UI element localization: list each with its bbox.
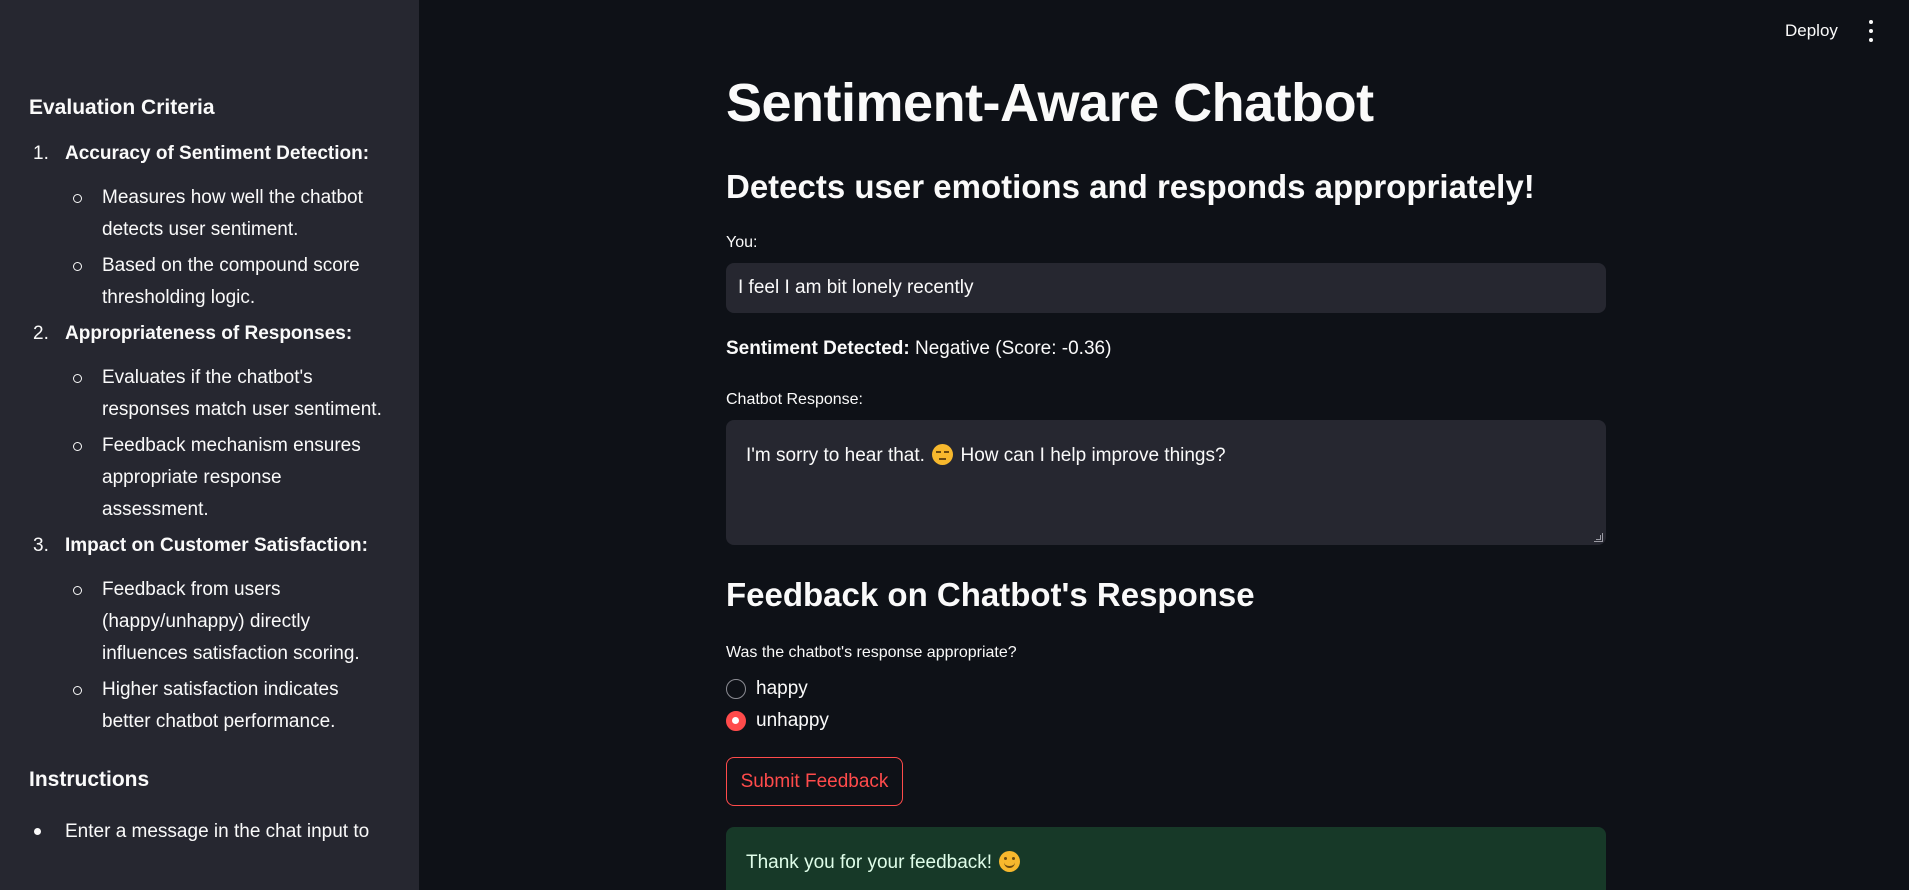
criteria-point: Feedback from users (happy/unhappy) dire… xyxy=(65,574,389,670)
instruction-item: Enter a message in the chat input to xyxy=(29,816,389,848)
response-text-end: How can I help improve things? xyxy=(960,445,1226,466)
deploy-button[interactable]: Deploy xyxy=(1785,21,1838,41)
radio-button-selected[interactable] xyxy=(726,711,746,731)
criteria-point: Higher satisfaction indicates better cha… xyxy=(65,674,389,738)
criteria-title: Impact on Customer Satisfaction: xyxy=(65,535,368,556)
success-alert: Thank you for your feedback! xyxy=(726,827,1606,890)
you-label: You: xyxy=(726,234,758,251)
radio-label: happy xyxy=(756,678,808,699)
criteria-points: Measures how well the chatbot detects us… xyxy=(29,182,389,314)
sentiment-value: Negative (Score: -0.36) xyxy=(914,338,1112,359)
criteria-point: Based on the compound score thresholding… xyxy=(65,250,389,314)
chat-input-value: I feel I am bit lonely recently xyxy=(738,277,974,298)
success-text: Thank you for your feedback! xyxy=(746,852,993,873)
criteria-point: Evaluates if the chatbot's responses mat… xyxy=(65,362,389,426)
pensive-face-icon xyxy=(932,444,954,465)
radio-option-happy[interactable]: happy xyxy=(726,678,808,700)
criteria-points: Evaluates if the chatbot's responses mat… xyxy=(29,362,389,526)
criteria-number: 3. xyxy=(33,535,49,556)
radio-label: unhappy xyxy=(756,710,829,731)
criteria-heading: Evaluation Criteria xyxy=(29,96,215,119)
criteria-item: 3. Impact on Customer Satisfaction: Feed… xyxy=(29,530,389,738)
criteria-number: 1. xyxy=(33,143,49,164)
criteria-title: Appropriateness of Responses: xyxy=(65,323,353,344)
feedback-question: Was the chatbot's response appropriate? xyxy=(726,644,1017,661)
resize-handle-icon[interactable] xyxy=(1594,533,1603,542)
criteria-item: 1. Accuracy of Sentiment Detection: Meas… xyxy=(29,138,389,314)
criteria-item: 2. Appropriateness of Responses: Evaluat… xyxy=(29,318,389,526)
instructions-heading: Instructions xyxy=(29,768,150,791)
chatbot-response-textarea[interactable]: I'm sorry to hear that. How can I help i… xyxy=(726,420,1606,545)
sentiment-label: Sentiment Detected: xyxy=(726,338,910,359)
criteria-number: 2. xyxy=(33,323,49,344)
sidebar: Evaluation Criteria 1. Accuracy of Senti… xyxy=(0,0,419,890)
more-vertical-icon[interactable] xyxy=(1866,20,1876,42)
response-text-start: I'm sorry to hear that. xyxy=(746,445,925,466)
criteria-point: Measures how well the chatbot detects us… xyxy=(65,182,389,246)
chat-input[interactable]: I feel I am bit lonely recently xyxy=(726,263,1606,313)
smiling-face-icon xyxy=(999,851,1021,872)
radio-option-unhappy[interactable]: unhappy xyxy=(726,710,829,732)
radio-button[interactable] xyxy=(726,679,746,699)
submit-feedback-button[interactable]: Submit Feedback xyxy=(726,757,903,806)
feedback-heading: Feedback on Chatbot's Response xyxy=(726,576,1255,613)
criteria-title: Accuracy of Sentiment Detection: xyxy=(65,143,370,164)
sentiment-result: Sentiment Detected: Negative (Score: -0.… xyxy=(726,338,1111,360)
page-subtitle: Detects user emotions and responds appro… xyxy=(726,168,1535,205)
criteria-list: 1. Accuracy of Sentiment Detection: Meas… xyxy=(29,138,389,738)
page-title: Sentiment-Aware Chatbot xyxy=(726,73,1374,133)
criteria-points: Feedback from users (happy/unhappy) dire… xyxy=(29,574,389,738)
instructions-list: Enter a message in the chat input to xyxy=(29,816,389,848)
response-label: Chatbot Response: xyxy=(726,391,863,408)
criteria-point: Feedback mechanism ensures appropriate r… xyxy=(65,430,389,526)
